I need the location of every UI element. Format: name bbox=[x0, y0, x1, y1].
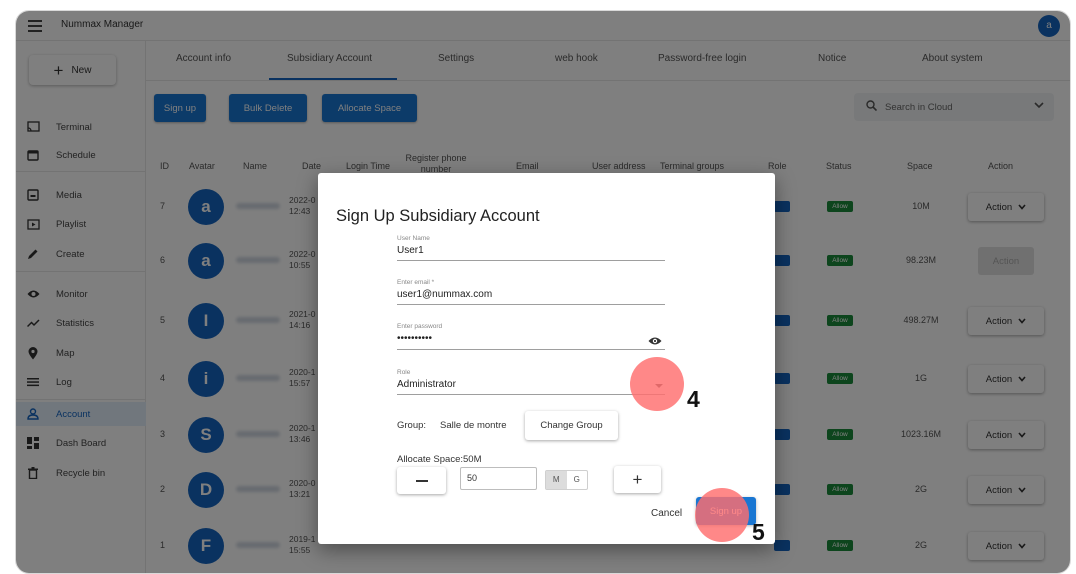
step-number-4: 4 bbox=[687, 386, 700, 412]
plus-icon: + bbox=[632, 469, 643, 489]
password-value: •••••••••• bbox=[397, 333, 433, 344]
eye-icon[interactable] bbox=[648, 333, 662, 345]
email-value: user1@nummax.com bbox=[397, 289, 493, 300]
role-value: Administrator bbox=[397, 379, 456, 390]
password-field[interactable]: Enter password •••••••••• bbox=[397, 323, 665, 350]
allocate-space-label: Allocate Space:50M bbox=[397, 454, 482, 465]
dialog-title: Sign Up Subsidiary Account bbox=[336, 207, 540, 225]
unit-m-option[interactable]: M bbox=[546, 471, 567, 489]
field-label: Role bbox=[397, 369, 411, 376]
field-label: Enter email * bbox=[397, 279, 435, 286]
email-field[interactable]: Enter email * user1@nummax.com bbox=[397, 279, 665, 305]
change-group-button[interactable]: Change Group bbox=[525, 411, 618, 440]
unit-toggle: M G bbox=[545, 470, 588, 490]
field-label: Enter password bbox=[397, 323, 443, 330]
increase-space-button[interactable]: + bbox=[614, 466, 661, 493]
step-highlight-5 bbox=[695, 488, 749, 542]
space-input[interactable]: 50 bbox=[460, 467, 537, 490]
unit-g-option[interactable]: G bbox=[567, 471, 588, 489]
field-label: User Name bbox=[397, 235, 430, 242]
group-label: Group: bbox=[397, 420, 427, 431]
cancel-button[interactable]: Cancel bbox=[651, 508, 682, 519]
group-value: Salle de montre bbox=[440, 420, 507, 431]
decrease-space-button[interactable] bbox=[397, 467, 446, 494]
minus-icon bbox=[415, 479, 428, 482]
step-number-5: 5 bbox=[752, 519, 765, 545]
role-select[interactable]: Role Administrator bbox=[397, 369, 665, 395]
sign-up-dialog: Sign Up Subsidiary Account User Name Use… bbox=[318, 173, 775, 544]
step-highlight-4 bbox=[630, 357, 684, 411]
user-name-value: User1 bbox=[397, 245, 424, 256]
user-name-field[interactable]: User Name User1 bbox=[397, 235, 665, 261]
